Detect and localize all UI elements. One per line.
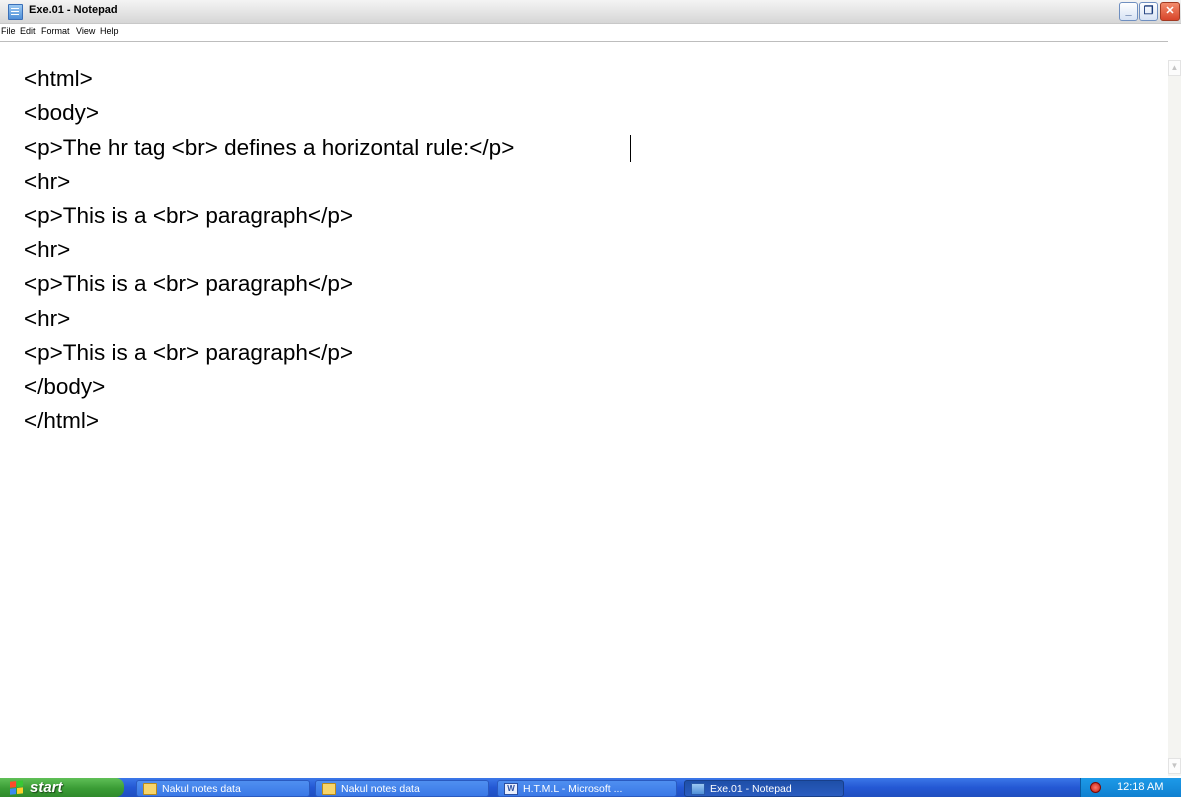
taskbar-button-label: Nakul notes data	[162, 783, 241, 795]
editor-line-6: <hr>	[24, 237, 71, 262]
folder-icon	[143, 783, 157, 795]
notepad-icon	[691, 783, 705, 795]
window-title: Exe.01 - Notepad	[29, 4, 118, 16]
start-button[interactable]: start	[0, 778, 124, 797]
scroll-up-arrow-icon: ▲	[1170, 63, 1179, 72]
minimize-icon: _	[1125, 5, 1132, 17]
system-tray: 12:18 AM	[1080, 778, 1181, 797]
editor-line-5: <p>This is a <br> paragraph</p>	[24, 203, 353, 228]
editor-line-2: <body>	[24, 100, 100, 125]
menu-help[interactable]: Help	[100, 26, 119, 36]
editor-line-1: <html>	[24, 66, 93, 91]
editor-line-4: <hr>	[24, 169, 71, 194]
menu-edit[interactable]: Edit	[20, 26, 36, 36]
editor-line-10: </body>	[24, 374, 106, 399]
minimize-button[interactable]: _	[1119, 2, 1138, 21]
editor-line-7: <p>This is a <br> paragraph</p>	[24, 271, 353, 296]
notepad-app-icon[interactable]	[8, 4, 23, 20]
menu-bar: File Edit Format View Help	[0, 24, 1181, 40]
close-button[interactable]: ✕	[1160, 2, 1180, 21]
editor-line-11: </html>	[24, 408, 100, 433]
taskbar-button-label: Exe.01 - Notepad	[710, 783, 792, 795]
scroll-down-button[interactable]: ▼	[1168, 758, 1181, 774]
taskbar: start Nakul notes data Nakul notes data …	[0, 778, 1181, 797]
restore-icon: ❐	[1143, 5, 1154, 17]
editor-line-8: <hr>	[24, 306, 71, 331]
maximize-button[interactable]: ❐	[1139, 2, 1158, 21]
title-bar[interactable]: Exe.01 - Notepad _ ❐ ✕	[0, 0, 1181, 24]
word-document-icon: W	[504, 783, 518, 795]
taskbar-button-label: H.T.M.L - Microsoft ...	[523, 783, 623, 795]
taskbar-button-microsoft-word[interactable]: W H.T.M.L - Microsoft ...	[497, 780, 677, 797]
text-editor-area[interactable]: <html> <body> <p>The hr tag <br> defines…	[0, 41, 1168, 777]
clock[interactable]: 12:18 AM	[1117, 781, 1163, 793]
scroll-down-arrow-icon: ▼	[1170, 761, 1179, 770]
close-icon: ✕	[1165, 5, 1175, 17]
folder-icon	[322, 783, 336, 795]
scroll-up-button[interactable]: ▲	[1168, 60, 1181, 76]
windows-logo-icon	[10, 780, 24, 795]
taskbar-button-nakul-notes-1[interactable]: Nakul notes data	[136, 780, 310, 797]
taskbar-button-notepad[interactable]: Exe.01 - Notepad	[684, 780, 844, 797]
menu-file[interactable]: File	[1, 26, 16, 36]
security-alert-icon[interactable]	[1090, 782, 1101, 793]
text-cursor	[630, 135, 631, 162]
editor-line-9: <p>This is a <br> paragraph</p>	[24, 340, 353, 365]
menu-format[interactable]: Format	[41, 26, 70, 36]
start-label: start	[30, 779, 63, 796]
vertical-scrollbar[interactable]: ▲ ▼	[1168, 60, 1181, 776]
menu-view[interactable]: View	[76, 26, 95, 36]
taskbar-button-label: Nakul notes data	[341, 783, 420, 795]
editor-line-3: <p>The hr tag <br> defines a horizontal …	[24, 135, 515, 160]
taskbar-button-nakul-notes-2[interactable]: Nakul notes data	[315, 780, 489, 797]
